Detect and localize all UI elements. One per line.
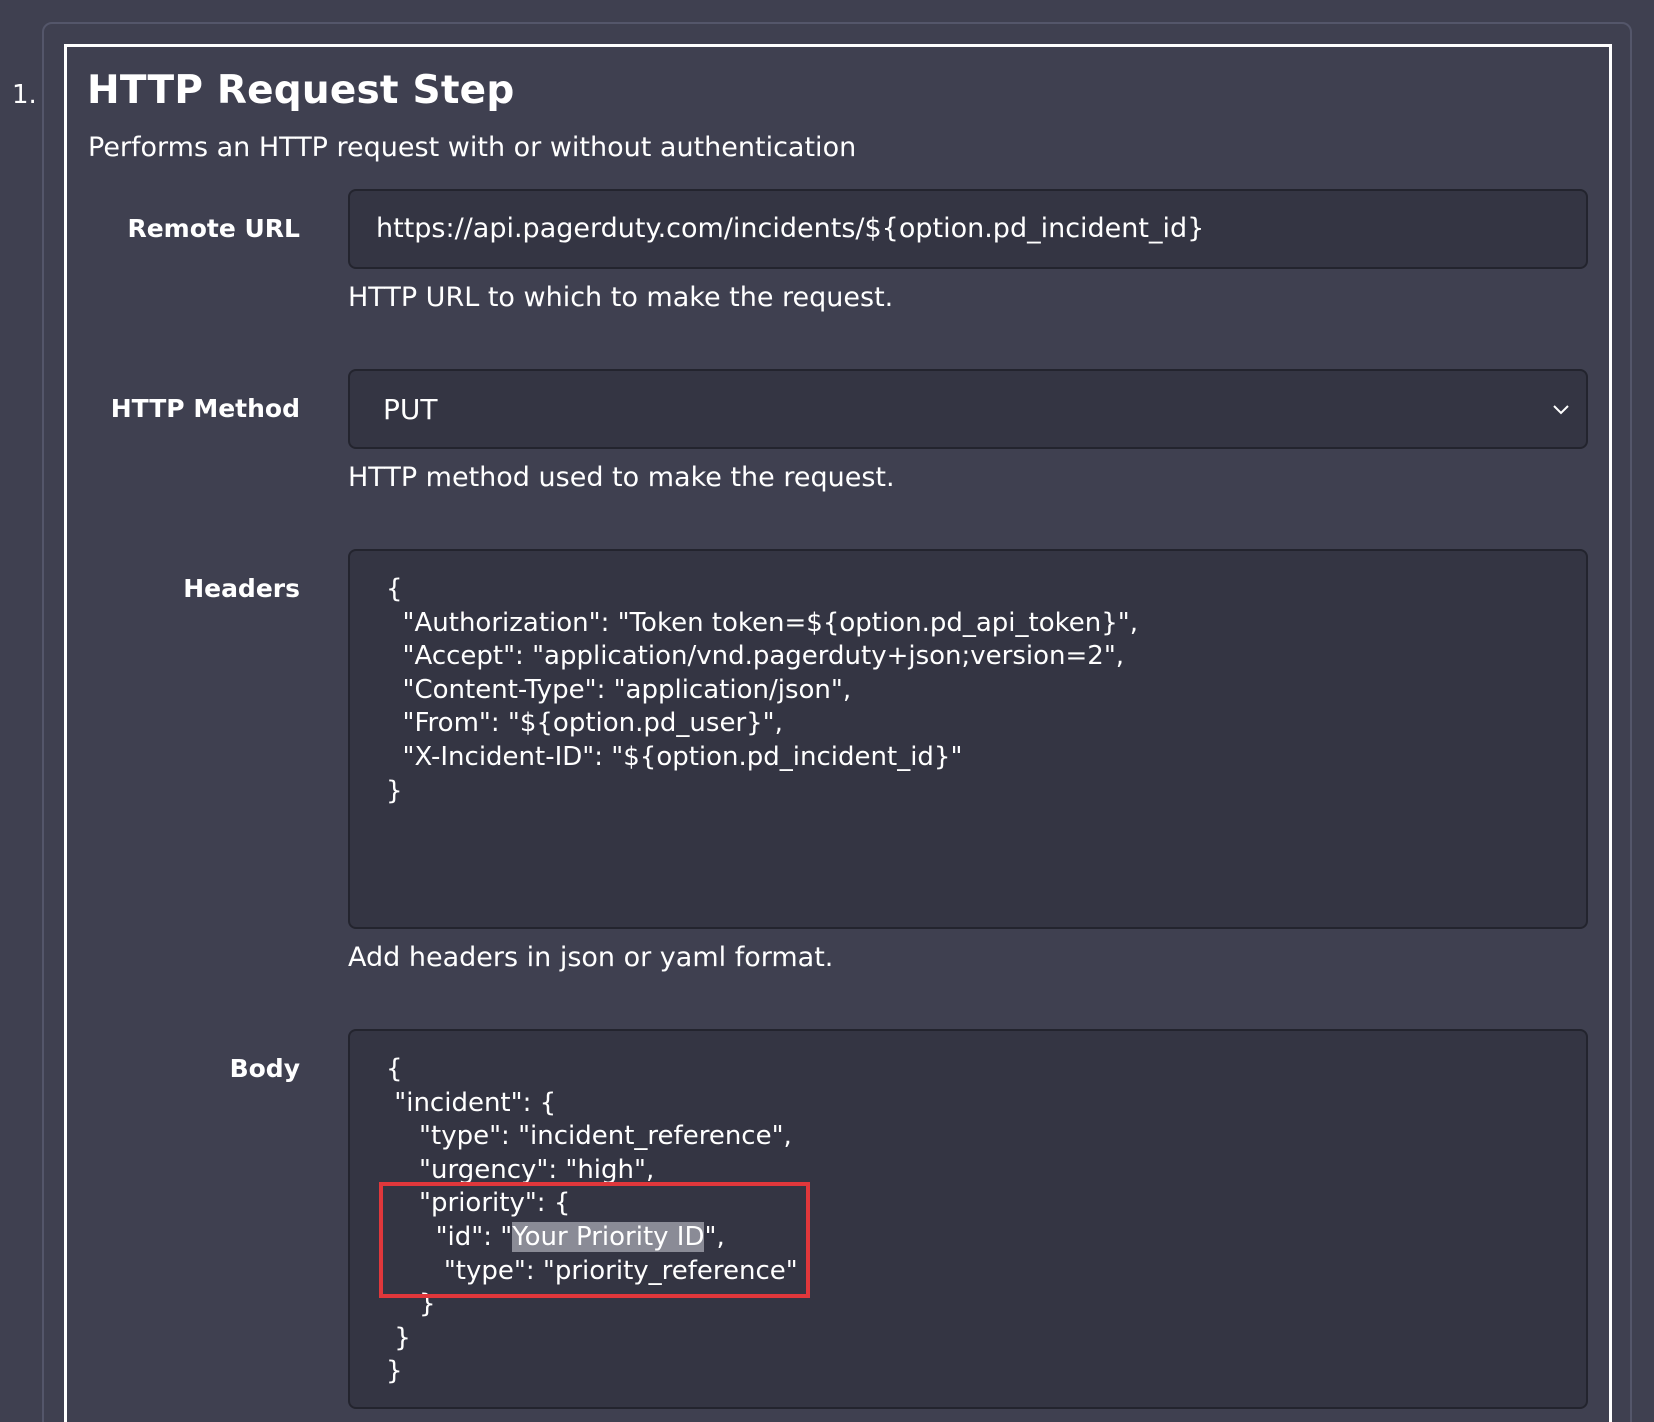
http-method-help: HTTP method used to make the request. (348, 462, 895, 493)
body-line: { (386, 1054, 403, 1084)
remote-url-help: HTTP URL to which to make the request. (348, 282, 894, 313)
remote-url-input[interactable]: https://api.pagerduty.com/incidents/${op… (348, 189, 1588, 269)
body-label: Body (229, 1054, 300, 1083)
step-number: 1. (12, 80, 37, 110)
body-line: } (386, 1322, 411, 1353)
headers-line: "Authorization": "Token token=${option.p… (386, 607, 1139, 638)
headers-line: "From": "${option.pd_user}", (386, 708, 783, 739)
remote-url-label: Remote URL (127, 214, 300, 243)
headers-help: Add headers in json or yaml format. (348, 942, 834, 973)
http-method-value: PUT (383, 393, 438, 426)
headers-textarea[interactable]: { "Authorization": "Token token=${option… (348, 549, 1588, 929)
headers-code: { "Authorization": "Token token=${option… (386, 573, 1138, 808)
body-line: "type": "incident_reference", (386, 1121, 792, 1152)
headers-line: } (386, 775, 403, 806)
priority-highlight-box (379, 1182, 810, 1298)
remote-url-value: https://api.pagerduty.com/incidents/${op… (376, 213, 1205, 244)
http-method-label: HTTP Method (110, 394, 300, 423)
step-title: HTTP Request Step (87, 68, 515, 113)
headers-line: "Content-Type": "application/json", (386, 674, 852, 705)
headers-line: { (386, 574, 403, 604)
body-line: "incident": { (386, 1087, 557, 1118)
headers-label: Headers (183, 574, 300, 603)
http-method-select[interactable]: PUT (348, 369, 1588, 449)
chevron-down-icon (1553, 405, 1569, 415)
headers-line: "Accept": "application/vnd.pagerduty+jso… (386, 641, 1125, 672)
page: 1. HTTP Request Step Performs an HTTP re… (0, 0, 1654, 1422)
step-description: Performs an HTTP request with or without… (88, 132, 857, 163)
headers-line: "X-Incident-ID": "${option.pd_incident_i… (386, 741, 963, 772)
body-line: } (386, 1356, 403, 1387)
